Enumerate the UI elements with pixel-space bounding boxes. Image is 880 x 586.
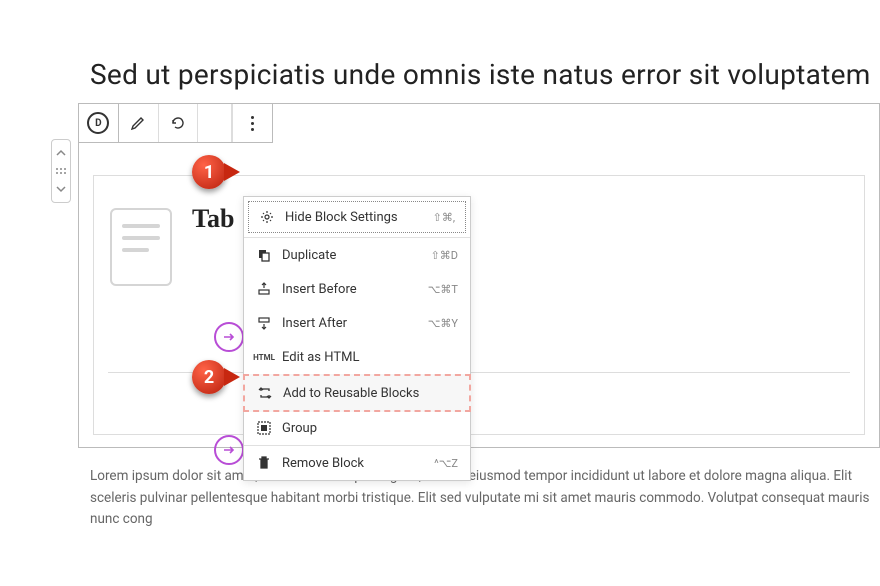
more-options-button[interactable] [232, 104, 272, 142]
move-up-icon[interactable] [56, 144, 66, 162]
menu-item-label: Hide Block Settings [285, 210, 433, 225]
reusable-icon [257, 385, 273, 401]
insert-after-icon [256, 315, 272, 331]
tab-title-label: Tab [192, 204, 234, 234]
expand-arrow-button-2[interactable] [214, 435, 244, 465]
document-icon [110, 208, 172, 286]
drag-handle-icon[interactable] [56, 162, 66, 180]
edit-button[interactable] [119, 104, 159, 142]
menu-add-to-reusable-blocks[interactable]: Add to Reusable Blocks [243, 374, 471, 412]
block-options-menu: Hide Block Settings ⇧⌘, Duplicate ⇧⌘D In… [243, 196, 471, 481]
refresh-button[interactable] [159, 104, 199, 142]
gear-icon [259, 209, 275, 225]
menu-insert-before[interactable]: Insert Before ⌥⌘T [244, 272, 470, 306]
divi-block-button[interactable]: D [79, 104, 119, 142]
menu-item-label: Group [282, 421, 458, 436]
menu-insert-after[interactable]: Insert After ⌥⌘Y [244, 306, 470, 340]
html-icon: HTML [256, 349, 272, 365]
menu-item-label: Duplicate [282, 248, 431, 263]
menu-item-label: Remove Block [282, 456, 434, 471]
menu-item-shortcut: ⇧⌘, [433, 211, 455, 224]
menu-remove-block[interactable]: Remove Block ^⌥Z [244, 446, 470, 480]
page-title: Sed ut perspiciatis unde omnis iste natu… [90, 58, 880, 91]
block-content[interactable]: Tab [93, 175, 865, 435]
menu-item-label: Add to Reusable Blocks [283, 386, 457, 401]
block-mover-handle[interactable] [51, 139, 71, 203]
body-paragraph: Lorem ipsum dolor sit amet, consectetur … [90, 466, 880, 531]
menu-item-label: Insert After [282, 316, 428, 331]
annotation-badge-2: 2 [192, 360, 226, 394]
annotation-badge-1: 1 [192, 155, 226, 189]
duplicate-icon [256, 247, 272, 263]
menu-item-label: Edit as HTML [282, 350, 458, 365]
menu-item-shortcut: ⇧⌘D [431, 249, 458, 262]
move-down-icon[interactable] [56, 180, 66, 198]
trash-icon [256, 455, 272, 471]
pencil-icon [130, 115, 146, 131]
menu-group[interactable]: Group [244, 411, 470, 445]
group-icon [256, 420, 272, 436]
menu-duplicate[interactable]: Duplicate ⇧⌘D [244, 238, 470, 272]
more-vertical-icon [251, 116, 254, 131]
menu-item-shortcut: ⌥⌘Y [428, 317, 458, 330]
menu-item-shortcut: ⌥⌘T [428, 283, 458, 296]
divi-logo-icon: D [87, 112, 109, 134]
refresh-icon [170, 115, 186, 131]
editor-block-area: D Tab [78, 103, 880, 448]
menu-item-shortcut: ^⌥Z [434, 457, 458, 470]
block-toolbar: D [78, 103, 273, 143]
spacer [198, 104, 232, 142]
menu-item-label: Insert Before [282, 282, 428, 297]
menu-hide-block-settings[interactable]: Hide Block Settings ⇧⌘, [248, 201, 466, 233]
expand-arrow-button[interactable] [214, 322, 244, 352]
menu-edit-as-html[interactable]: HTML Edit as HTML [244, 340, 470, 374]
insert-before-icon [256, 281, 272, 297]
